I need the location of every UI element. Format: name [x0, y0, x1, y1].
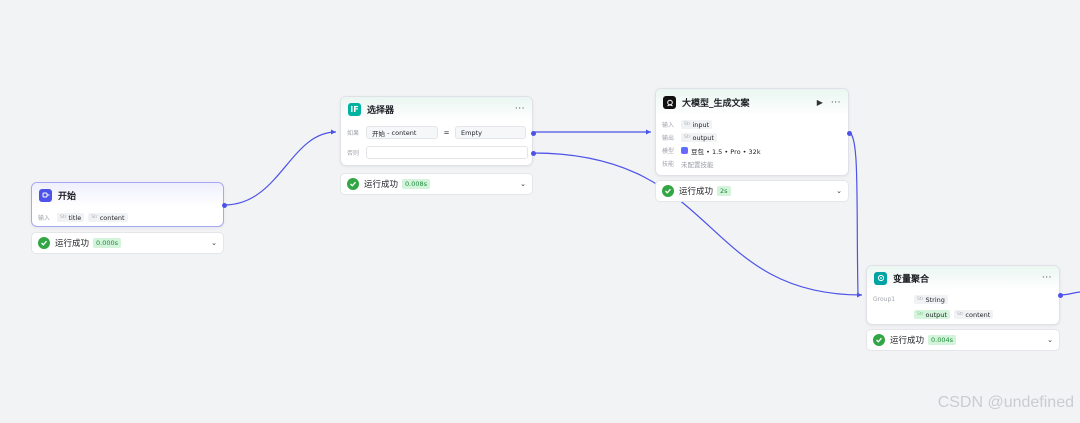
more-icon[interactable]: ···: [831, 98, 841, 108]
group-row: Group1 Str String: [867, 292, 1059, 307]
variable-tag: Str content: [88, 213, 128, 222]
condition-left[interactable]: 开始 - content: [366, 126, 438, 139]
model-name: 豆包 • 1.5 • Pro • 32k: [691, 147, 761, 156]
edge-llm-to-aggregator: [847, 131, 859, 296]
status-text: 运行成功: [679, 187, 714, 197]
aggregator-node-title: 变量聚合: [893, 274, 930, 285]
status-text: 运行成功: [55, 239, 90, 249]
if-output-port[interactable]: [531, 131, 536, 136]
status-time-badge: 0.008s: [402, 179, 431, 189]
output-port[interactable]: [222, 203, 227, 208]
start-node[interactable]: 开始 输入 Str title Str content: [31, 182, 227, 227]
check-circle-icon: [873, 334, 885, 346]
group-vars-row: Str output Str content: [867, 307, 1059, 322]
chevron-down-icon[interactable]: ⌄: [520, 180, 526, 188]
chevron-down-icon[interactable]: ⌄: [836, 187, 842, 195]
output-label: 输出: [662, 135, 675, 142]
more-icon[interactable]: ···: [1042, 273, 1052, 283]
llm-node[interactable]: 大模型_生成文案 ▶ ··· 输入 Str input 输出 Str output …: [653, 88, 852, 176]
group-type-tag: Str String: [914, 295, 948, 304]
edge-arrow: [646, 129, 651, 135]
variable-tag: Str title: [57, 213, 85, 222]
input-port[interactable]: [653, 131, 658, 136]
llm-skill-row: 技能 未配置技能: [656, 157, 848, 170]
edge-start-to-selector: [223, 131, 337, 206]
play-icon[interactable]: ▶: [817, 98, 823, 107]
condition-operator[interactable]: =: [438, 129, 455, 137]
input-label: 输入: [662, 122, 675, 129]
llm-model-row: 模型 豆包 • 1.5 • Pro • 32k: [656, 144, 848, 157]
doubao-logo-icon: [681, 147, 688, 154]
model-label: 模型: [662, 148, 675, 155]
llm-status-bar[interactable]: 运行成功 2s ⌄: [655, 180, 849, 202]
model-icon: [663, 96, 676, 109]
check-circle-icon: [38, 237, 50, 249]
condition-right[interactable]: Empty: [455, 126, 526, 139]
skill-value: 未配置技能: [681, 160, 714, 169]
llm-output-row: 输出 Str output: [656, 131, 848, 144]
chevron-down-icon[interactable]: ⌄: [211, 239, 217, 247]
selector-status-bar[interactable]: 运行成功 0.008s ⌄: [340, 173, 533, 195]
selector-node-header[interactable]: IF 选择器 ···: [341, 97, 532, 121]
chevron-down-icon[interactable]: ⌄: [1047, 336, 1053, 344]
llm-node-title: 大模型_生成文案: [682, 99, 750, 109]
else-branch-box: [366, 146, 528, 159]
if-icon: IF: [348, 102, 361, 116]
group-label: Group1: [873, 296, 896, 303]
edge-arrow: [331, 129, 336, 135]
selector-node[interactable]: IF 选择器 ··· 如果 开始 - content = Empty 否则: [340, 96, 536, 166]
else-row: 否则: [341, 144, 532, 161]
variable-tag: Str output: [681, 133, 717, 142]
start-icon: [39, 188, 52, 202]
start-status-bar[interactable]: 运行成功 0.000s ⌄: [31, 232, 224, 254]
aggregator-status-bar[interactable]: 运行成功 0.004s ⌄: [866, 329, 1060, 351]
start-node-title: 开始: [58, 191, 77, 202]
skill-label: 技能: [662, 161, 675, 168]
status-time-badge: 2s: [717, 186, 731, 196]
if-label: 如果: [347, 130, 360, 137]
selector-node-title: 选择器: [367, 105, 395, 116]
variable-tag: Str output: [914, 310, 950, 319]
more-icon[interactable]: ···: [515, 104, 525, 114]
status-text: 运行成功: [890, 336, 925, 346]
output-port[interactable]: [847, 131, 852, 136]
aggregator-node[interactable]: 变量聚合 ··· Group1 Str String Str output Str c…: [866, 265, 1063, 325]
variable-tag: Str input: [681, 120, 713, 129]
output-port[interactable]: [1058, 293, 1063, 298]
if-row: 如果 开始 - content = Empty: [341, 124, 532, 141]
variable-tag: Str content: [953, 310, 994, 319]
status-time-badge: 0.004s: [928, 335, 957, 345]
status-time-badge: 0.000s: [93, 238, 122, 248]
else-output-port[interactable]: [531, 151, 536, 156]
llm-input-row: 输入 Str input: [656, 118, 848, 131]
aggregate-icon: [874, 271, 887, 285]
aggregator-node-header[interactable]: 变量聚合 ···: [867, 266, 1059, 290]
workflow-canvas[interactable]: 开始 输入 Str title Str content 运行成功 0.000s ⌄ …: [0, 0, 1080, 423]
start-node-header[interactable]: 开始: [32, 183, 223, 207]
llm-node-header[interactable]: 大模型_生成文案 ▶ ···: [656, 89, 848, 116]
check-circle-icon: [347, 178, 359, 190]
watermark: CSDN @undefined: [937, 394, 1074, 411]
else-label: 否则: [347, 150, 360, 157]
check-circle-icon: [662, 185, 674, 197]
input-label: 输入: [38, 215, 51, 222]
start-inputs-row: 输入 Str title Str content: [32, 211, 223, 224]
status-text: 运行成功: [364, 180, 399, 190]
